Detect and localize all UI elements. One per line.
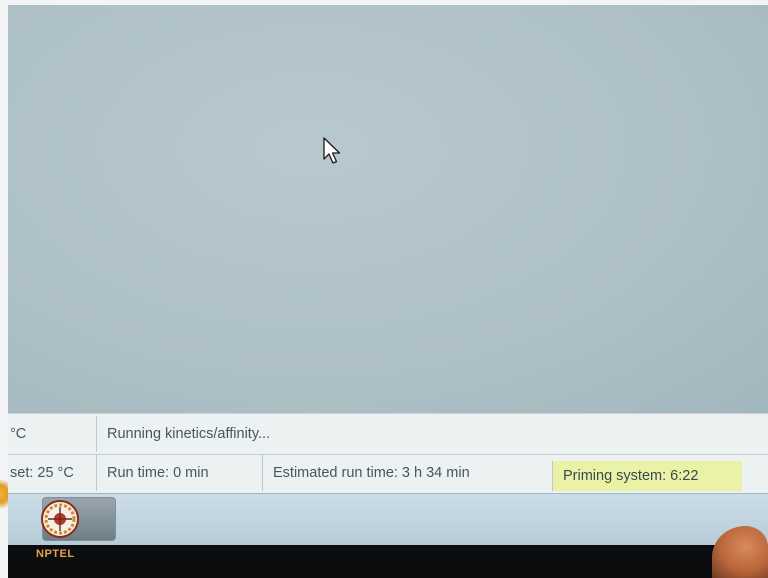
run-status-text: Running kinetics/affinity... [96, 416, 768, 452]
nptel-label: NPTEL [36, 548, 75, 560]
temperature-unit-text: °C [10, 426, 27, 442]
estimated-run-time-text: Estimated run time: 3 h 34 min [262, 455, 552, 491]
taskbar-start-orb-fragment[interactable] [0, 477, 8, 511]
main-workspace[interactable] [8, 5, 768, 413]
status-row-run: °C Running kinetics/affinity... [8, 416, 768, 454]
nptel-app-icon [41, 500, 79, 538]
mouse-pointer-icon [323, 137, 341, 164]
taskbar [8, 493, 768, 545]
status-bar: °C Running kinetics/affinity... set: 25 … [8, 413, 768, 493]
run-time-text: Run time: 0 min [96, 455, 262, 491]
temperature-setpoint-text: set: 25 °C [10, 465, 74, 481]
status-row-times: set: 25 °C Run time: 0 min Estimated run… [8, 454, 768, 492]
priming-status-badge: Priming system: 6:22 [552, 461, 742, 491]
photographed-screen: °C Running kinetics/affinity... set: 25 … [0, 0, 768, 578]
